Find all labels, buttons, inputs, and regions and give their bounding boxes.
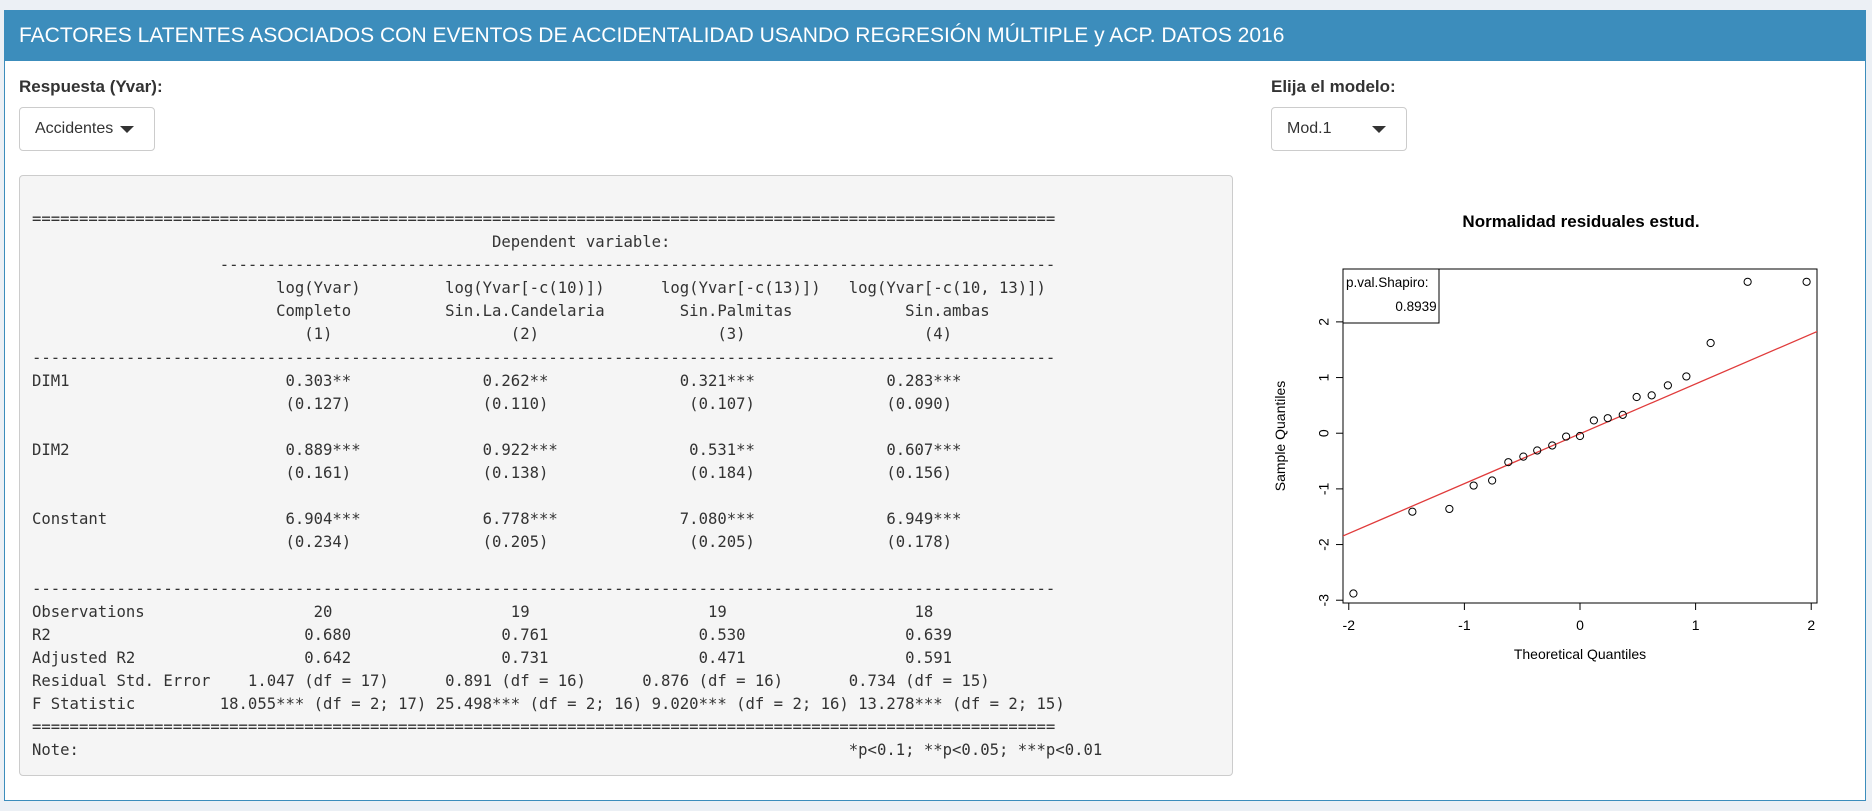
chevron-down-icon	[1372, 126, 1386, 133]
output-line: ========================================…	[32, 718, 1056, 737]
output-line: ----------------------------------------…	[32, 579, 1056, 598]
qq-plot: Normalidad residuales estud. -2 -1 0 1 2 -3 -2…	[1272, 212, 1818, 662]
output-line: ----------------------------------------…	[32, 348, 1056, 367]
output-line: Observations 20 19 19 18	[32, 602, 934, 621]
output-line: Adjusted R2 0.642 0.731 0.471 0.591	[32, 648, 953, 667]
x-tick-label: -1	[1458, 617, 1471, 633]
y-tick-label: -2	[1316, 538, 1332, 551]
data-point	[1682, 372, 1691, 381]
y-tick-label: -3	[1316, 594, 1332, 607]
data-point	[1802, 277, 1811, 286]
data-point	[1663, 381, 1672, 390]
output-line: Residual Std. Error 1.047 (df = 17) 0.89…	[32, 671, 990, 690]
regression-output: ========================================…	[19, 175, 1233, 776]
output-line: Completo Sin.La.Candelaria Sin.Palmitas …	[32, 302, 990, 321]
output-line: F Statistic 18.055*** (df = 2; 17) 25.49…	[32, 694, 1065, 713]
data-point	[1445, 504, 1454, 514]
output-line: ========================================…	[32, 210, 1056, 228]
data-point	[1706, 338, 1715, 348]
main-box: FACTORES LATENTES ASOCIADOS CON EVENTOS …	[4, 10, 1866, 801]
x-axis-label: Theoretical Quantiles	[1514, 646, 1646, 662]
response-label: Respuesta (Yvar):	[19, 77, 163, 96]
data-point	[1349, 589, 1358, 598]
output-line: DIM1 0.303** 0.262** 0.321*** 0.283***	[32, 371, 962, 390]
output-line: R2 0.680 0.761 0.530 0.639	[32, 625, 953, 644]
output-line: (0.127) (0.110) (0.107) (0.090)	[32, 394, 953, 413]
output-line: ----------------------------------------…	[32, 256, 1056, 275]
output-line: Dependent variable:	[32, 233, 671, 252]
legend-label: p.val.Shapiro:	[1346, 275, 1429, 290]
y-tick-label: 2	[1316, 318, 1332, 326]
output-line: (1) (2) (3) (4)	[32, 325, 953, 344]
model-select[interactable]: Mod.1	[1271, 107, 1407, 151]
data-point	[1408, 507, 1417, 516]
data-point	[1469, 481, 1478, 490]
model-select-value: Mod.1	[1287, 120, 1332, 137]
data-point	[1647, 391, 1656, 400]
data-point	[1488, 476, 1497, 485]
x-tick-label: 2	[1807, 617, 1815, 633]
y-tick-label: 0	[1316, 429, 1332, 437]
output-line: (0.234) (0.205) (0.205) (0.178)	[32, 533, 953, 552]
output-line: log(Yvar) log(Yvar[-c(10)]) log(Yvar[-c(…	[32, 279, 1046, 298]
response-select[interactable]: Accidentes	[19, 107, 155, 151]
x-tick-label: 1	[1692, 617, 1700, 633]
x-tick-label: 0	[1576, 617, 1584, 633]
y-tick-label: 1	[1316, 373, 1332, 381]
reference-line	[1343, 330, 1817, 537]
output-line: (0.161) (0.138) (0.184) (0.156)	[32, 464, 953, 483]
output-line: DIM2 0.889*** 0.922*** 0.531** 0.607***	[32, 440, 962, 459]
x-tick-label: -2	[1343, 617, 1356, 633]
data-point	[1589, 416, 1598, 425]
model-label: Elija el modelo:	[1271, 77, 1396, 96]
response-select-value: Accidentes	[35, 120, 114, 137]
data-point	[1603, 414, 1612, 423]
page-title: FACTORES LATENTES ASOCIADOS CON EVENTOS …	[5, 11, 1865, 61]
legend-value: 0.8939	[1395, 299, 1436, 314]
data-point	[1743, 277, 1752, 286]
output-line: Constant 6.904*** 6.778*** 7.080*** 6.94…	[32, 510, 962, 529]
chevron-down-icon	[120, 126, 134, 133]
output-line: Note: *p<0.1; **p<0.05; ***p<0.01	[32, 741, 1103, 760]
chart-title: Normalidad residuales estud.	[1462, 212, 1699, 231]
y-axis-label: Sample Quantiles	[1272, 381, 1288, 492]
data-point	[1632, 392, 1641, 402]
y-tick-label: -1	[1316, 482, 1332, 495]
